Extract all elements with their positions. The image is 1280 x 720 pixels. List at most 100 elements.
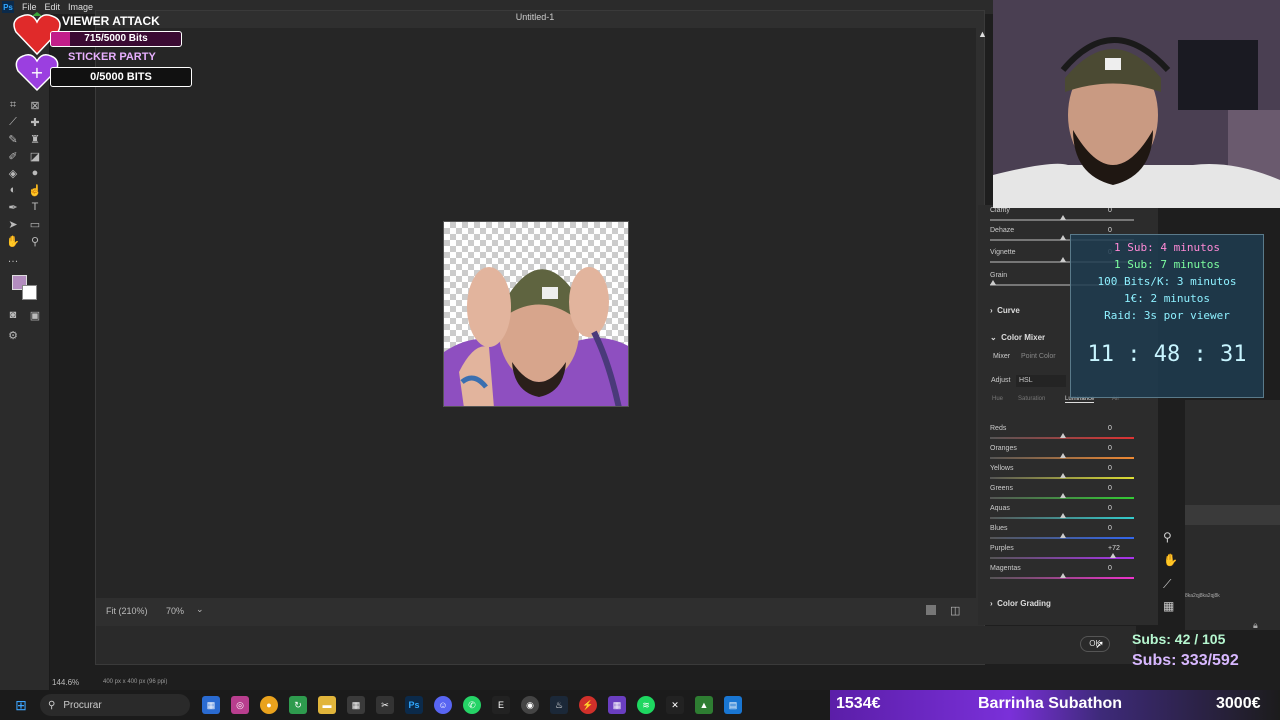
hand-icon[interactable]: ✋ <box>1163 553 1178 567</box>
healing-tool-icon[interactable]: ✚ <box>27 115 43 129</box>
slider-yellows[interactable]: Yellows 0 <box>990 465 1140 485</box>
layer-name: 8ka2qj8ka2qj8k <box>1185 593 1220 599</box>
slider-magentas[interactable]: Magentas 0 <box>990 565 1140 585</box>
eyedropper-tool-icon[interactable]: ⟋ <box>5 115 21 129</box>
slider-thumb[interactable] <box>1060 215 1066 220</box>
screen-mode-icon[interactable]: ▣ <box>27 308 43 322</box>
smudge-tool-icon[interactable]: ☝ <box>27 183 43 197</box>
type-tool-icon[interactable]: T <box>27 200 43 214</box>
blur-tool-icon[interactable]: ● <box>27 166 43 180</box>
lock-icon[interactable]: 🔒︎ <box>1253 620 1258 631</box>
slider-oranges[interactable]: Oranges 0 <box>990 445 1140 465</box>
menu-image[interactable]: Image <box>68 2 93 12</box>
discord-icon[interactable]: ☺ <box>434 696 452 714</box>
slider-clarity[interactable]: Clarity 0 <box>990 207 1140 227</box>
slider-value[interactable]: 0 <box>1108 445 1112 452</box>
slider-blues[interactable]: Blues 0 <box>990 525 1140 545</box>
menu-file[interactable]: File <box>22 2 37 12</box>
slider-value[interactable]: 0 <box>1108 525 1112 532</box>
zoom-dropdown-icon[interactable]: ⌄ <box>196 604 204 615</box>
more-tools-icon[interactable]: … <box>5 252 21 266</box>
tab-saturation[interactable]: Saturation <box>1018 396 1045 402</box>
slider-value[interactable]: 0 <box>1108 425 1112 432</box>
curve-section[interactable]: › Curve <box>990 306 1020 315</box>
layer-row[interactable] <box>1185 505 1280 525</box>
steam-icon[interactable]: ♨ <box>550 696 568 714</box>
capcut-icon[interactable]: ✂ <box>376 696 394 714</box>
explorer-app-icon[interactable]: ▦ <box>202 696 220 714</box>
hand-tool-icon[interactable]: ✋ <box>5 234 21 248</box>
background-color-swatch[interactable] <box>22 285 37 300</box>
brush-tool-icon[interactable]: ✎ <box>5 132 21 146</box>
epic-games-icon[interactable]: E <box>492 696 510 714</box>
stamp-tool-icon[interactable]: ♜ <box>27 132 43 146</box>
slider-greens[interactable]: Greens 0 <box>990 485 1140 505</box>
menu-edit[interactable]: Edit <box>45 2 61 12</box>
app-icon-3[interactable]: ⚡ <box>579 696 597 714</box>
slider-thumb[interactable] <box>1060 513 1066 518</box>
app-icon-4[interactable]: ▦ <box>608 696 626 714</box>
app-icon-1[interactable]: ◎ <box>231 696 249 714</box>
eraser-tool-icon[interactable]: ◪ <box>27 149 43 163</box>
slider-value[interactable]: 0 <box>1108 465 1112 472</box>
chrome-icon[interactable]: ● <box>260 696 278 714</box>
whatsapp-icon[interactable]: ✆ <box>463 696 481 714</box>
zoom-value[interactable]: 70% <box>166 606 184 616</box>
color-mixer-section[interactable]: ⌄ Color Mixer <box>990 333 1045 342</box>
spotify-icon[interactable]: ≋ <box>637 696 655 714</box>
adjust-select[interactable]: HSL <box>1016 375 1066 387</box>
tab-point-color[interactable]: Point Color <box>1021 353 1056 360</box>
extra-tool-icon[interactable]: ⚙ <box>5 328 21 342</box>
app-icon-6[interactable]: ▤ <box>724 696 742 714</box>
slider-reds[interactable]: Reds 0 <box>990 425 1140 445</box>
slider-value[interactable]: 0 <box>1108 485 1112 492</box>
rectangle-tool-icon[interactable]: ▭ <box>27 217 43 231</box>
slider-thumb[interactable] <box>1060 453 1066 458</box>
paint-bucket-icon[interactable]: ◈ <box>5 166 21 180</box>
slider-thumb[interactable] <box>1060 573 1066 578</box>
slider-thumb[interactable] <box>1110 553 1117 558</box>
tab-hue[interactable]: Hue <box>992 396 1003 402</box>
taskbar-search[interactable]: ⚲ Procurar <box>40 694 190 716</box>
slider-value[interactable]: +72 <box>1108 545 1120 552</box>
crop-tool-icon[interactable]: ⌗ <box>5 98 21 112</box>
history-brush-icon[interactable]: ✐ <box>5 149 21 163</box>
slider-thumb[interactable] <box>1060 235 1066 240</box>
app-icon-5[interactable]: ▲ <box>695 696 713 714</box>
frame-tool-icon[interactable]: ⊠ <box>27 98 43 112</box>
slider-thumb[interactable] <box>1060 493 1066 498</box>
slider-thumb[interactable] <box>1060 257 1066 262</box>
slider-thumb[interactable] <box>1060 473 1066 478</box>
grid-icon[interactable]: ▦ <box>1163 599 1174 613</box>
slider-purples[interactable]: Purples +72 <box>990 545 1140 565</box>
slider-value[interactable]: 0 <box>1108 565 1112 572</box>
slider-value[interactable]: 0 <box>1108 227 1112 234</box>
slider-thumb[interactable] <box>1060 433 1066 438</box>
color-grading-section[interactable]: › Color Grading <box>990 599 1051 608</box>
slider-value[interactable]: 0 <box>1108 505 1112 512</box>
folder-icon[interactable]: ▬ <box>318 696 336 714</box>
before-after-icon[interactable]: ◫ <box>950 604 960 617</box>
capcut-icon-2[interactable]: ✕ <box>666 696 684 714</box>
sticker-party-bar: 0/5000 BITS <box>50 67 192 87</box>
slider-aquas[interactable]: Aquas 0 <box>990 505 1140 525</box>
zoom-tool-icon[interactable]: ⚲ <box>27 234 43 248</box>
app-icon-2[interactable]: ↻ <box>289 696 307 714</box>
pen-tool-icon[interactable]: ✒ <box>5 200 21 214</box>
photoshop-taskbar-icon[interactable]: Ps <box>405 696 423 714</box>
dodge-tool-icon[interactable]: ◐ <box>5 183 21 197</box>
fit-zoom-button[interactable]: Fit (210%) <box>106 606 148 616</box>
zoom-icon[interactable]: ⚲ <box>1163 530 1172 544</box>
collapse-icon[interactable]: ▲ <box>978 29 988 39</box>
color-sampler-icon[interactable]: ⟋ <box>1163 577 1171 592</box>
slider-value[interactable]: 0 <box>1108 207 1112 214</box>
path-selection-icon[interactable]: ➤ <box>5 217 21 231</box>
windows-start-icon[interactable]: ⊞ <box>12 696 30 714</box>
obs-icon[interactable]: ◉ <box>521 696 539 714</box>
slider-thumb[interactable] <box>990 280 996 285</box>
quick-mask-icon[interactable]: ◙ <box>5 308 21 322</box>
calculator-icon[interactable]: ▦ <box>347 696 365 714</box>
view-toggle-icon[interactable] <box>926 605 936 615</box>
slider-thumb[interactable] <box>1060 533 1066 538</box>
tab-mixer[interactable]: Mixer <box>993 353 1010 360</box>
